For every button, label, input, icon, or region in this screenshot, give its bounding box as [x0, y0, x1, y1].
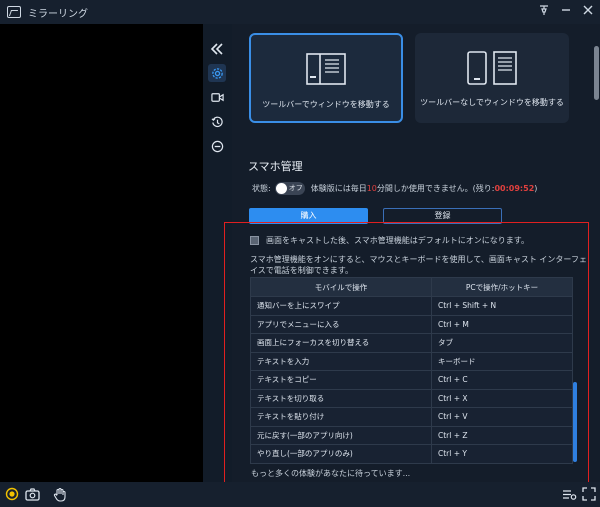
- pin-icon[interactable]: [536, 4, 552, 20]
- toggle-text: オフ: [288, 183, 303, 192]
- panel-scrollbar[interactable]: [594, 46, 599, 100]
- column-header-mobile: モバイルで操作: [250, 277, 432, 297]
- close-paren: ): [534, 183, 538, 193]
- mode-card-with-toolbar[interactable]: ツールバーでウィンドウを移動する: [249, 33, 403, 123]
- mode-label: ツールバーでウィンドウを移動する: [262, 100, 390, 109]
- pc-hotkey: Ctrl + Y: [431, 444, 573, 464]
- app-title: ミラーリング: [28, 8, 88, 20]
- pc-hotkey: Ctrl + V: [431, 407, 573, 427]
- pc-hotkey: Ctrl + Z: [431, 425, 573, 445]
- trial-suffix: 分間しか使用できません。(残り:: [376, 183, 495, 193]
- pc-hotkey: Ctrl + M: [431, 314, 573, 334]
- table-row: アプリでメニューに入る Ctrl + M: [250, 314, 573, 334]
- status-row: 状態: オフ 体験版には毎日 10 分間しか使用できません。(残り: 00:09:52…: [252, 181, 537, 195]
- mobile-action: やり直し(一部のアプリのみ): [250, 444, 432, 464]
- mode-label: ツールバーなしでウィンドウを移動する: [420, 98, 564, 107]
- table-row: テキストを切り取る Ctrl + X: [250, 388, 573, 408]
- mobile-action: アプリでメニューに入る: [250, 314, 432, 334]
- table-row: テキストをコピー Ctrl + C: [250, 370, 573, 390]
- toggle-knob: [275, 182, 287, 194]
- phone-manage-toggle[interactable]: オフ: [274, 181, 305, 195]
- settings-panel: ツールバーでウィンドウを移動する ツールバーなしでウィンドウを移動する スマホ管…: [232, 24, 600, 482]
- table-row: やり直し(一部のアプリのみ) Ctrl + Y: [250, 444, 573, 464]
- trial-minutes: 10: [366, 183, 377, 193]
- minimize-icon[interactable]: [558, 4, 574, 20]
- minus-circle-icon[interactable]: [208, 137, 226, 155]
- record-icon[interactable]: [208, 88, 226, 106]
- mobile-action: 元に戻す(一部のアプリ向け): [250, 425, 432, 445]
- table-row: テキストを入力 キーボード: [250, 351, 573, 371]
- camera-icon[interactable]: [24, 486, 40, 502]
- settings-list-icon[interactable]: [561, 486, 577, 502]
- record-dot-icon[interactable]: [4, 486, 20, 502]
- pc-hotkey: キーボード: [431, 351, 573, 371]
- feature-description: スマホ管理機能をオンにすると、マウスとキーボードを使用して、画面キャスト インタ…: [250, 255, 587, 275]
- window-with-toolbar-icon: [306, 53, 346, 85]
- hotkey-table: モバイルで操作 PCで操作/ホットキー 通知バーを上にスワイプ Ctrl + Sh…: [250, 277, 573, 464]
- history-icon[interactable]: [208, 113, 226, 131]
- table-row: 通知バーを上にスワイプ Ctrl + Shift + N: [250, 296, 573, 316]
- hand-icon[interactable]: [52, 486, 68, 502]
- mobile-action: テキストを入力: [250, 351, 432, 371]
- buy-button[interactable]: 購入: [249, 208, 368, 224]
- collapse-icon[interactable]: [208, 40, 226, 58]
- pc-hotkey: Ctrl + X: [431, 388, 573, 408]
- pc-hotkey: タブ: [431, 333, 573, 353]
- title-bar: ミラーリング: [0, 0, 600, 24]
- mobile-action: 通知バーを上にスワイプ: [250, 296, 432, 316]
- table-row: 画面上にフォーカスを切り替える タブ: [250, 333, 573, 353]
- auto-enable-label: 画面をキャストした後、スマホ管理機能はデフォルトにオンになります。: [266, 236, 529, 245]
- window-without-toolbar-icon: [467, 51, 517, 85]
- register-button[interactable]: 登録: [383, 208, 502, 224]
- phone-preview-area: [0, 24, 203, 482]
- trial-prefix: 体験版には毎日: [310, 183, 367, 193]
- mobile-action: テキストをコピー: [250, 370, 432, 390]
- mode-card-without-toolbar[interactable]: ツールバーなしでウィンドウを移動する: [415, 33, 569, 123]
- section-title: スマホ管理: [248, 160, 303, 173]
- app-logo-icon: [7, 6, 21, 18]
- mobile-action: 画面上にフォーカスを切り替える: [250, 333, 432, 353]
- mobile-action: テキストを切り取る: [250, 388, 432, 408]
- table-row: 元に戻す(一部のアプリ向け) Ctrl + Z: [250, 425, 573, 445]
- table-scrollbar[interactable]: [573, 382, 577, 462]
- close-icon[interactable]: [580, 4, 596, 20]
- remaining-time: 00:09:52: [494, 183, 535, 193]
- auto-enable-checkbox[interactable]: [250, 236, 259, 245]
- settings-icon[interactable]: [208, 64, 226, 82]
- auto-enable-option[interactable]: 画面をキャストした後、スマホ管理機能はデフォルトにオンになります。: [250, 235, 529, 246]
- pc-hotkey: Ctrl + C: [431, 370, 573, 390]
- bottom-toolbar: [0, 482, 600, 507]
- column-header-pc: PCで操作/ホットキー: [431, 277, 573, 297]
- fullscreen-icon[interactable]: [581, 486, 597, 502]
- table-row: テキストを貼り付け Ctrl + V: [250, 407, 573, 427]
- side-toolbar: [203, 24, 232, 482]
- status-label: 状態:: [252, 183, 271, 193]
- more-experience-text: もっと多くの体験があなたに待っています...: [251, 469, 411, 478]
- pc-hotkey: Ctrl + Shift + N: [431, 296, 573, 316]
- mobile-action: テキストを貼り付け: [250, 407, 432, 427]
- table-header-row: モバイルで操作 PCで操作/ホットキー: [250, 277, 573, 297]
